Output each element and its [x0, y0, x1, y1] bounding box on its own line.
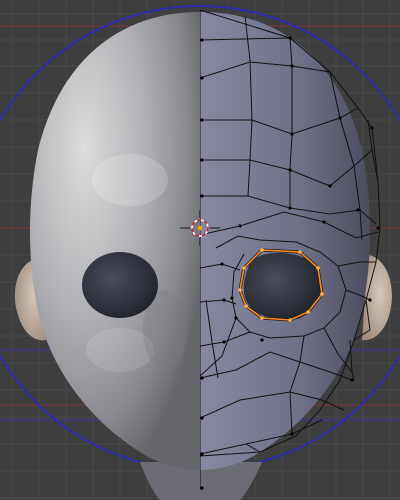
left-eye-socket — [82, 252, 158, 318]
viewport-canvas[interactable] — [0, 0, 400, 500]
brow-highlight — [92, 154, 168, 206]
3d-viewport[interactable] — [0, 0, 400, 500]
